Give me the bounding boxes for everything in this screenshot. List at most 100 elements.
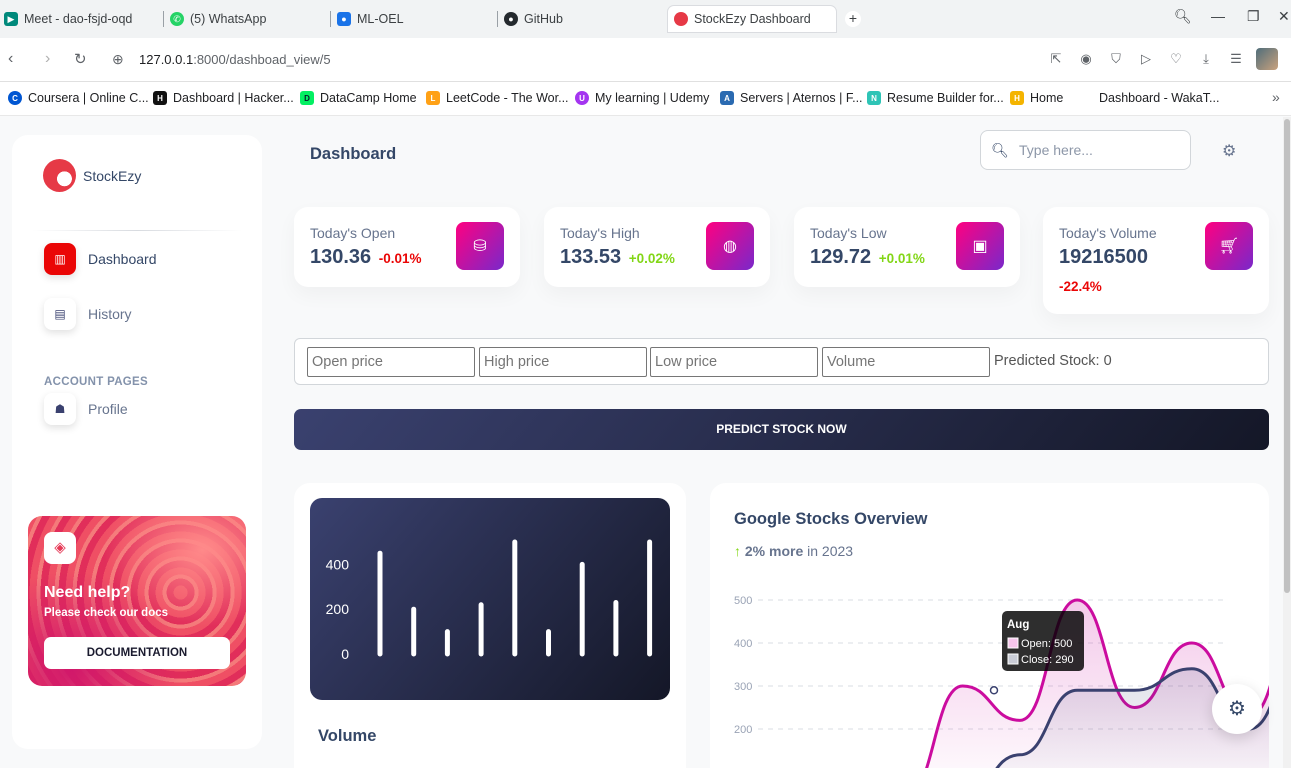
y-tick-label: 200 xyxy=(326,601,350,617)
document-icon: ▣ xyxy=(956,222,1004,270)
high-price-input[interactable] xyxy=(479,347,647,377)
url-field[interactable]: 127.0.0.1:8000/dashboad_view/5 xyxy=(139,52,331,67)
help-card: ◈ Need help? Please check our docs DOCUM… xyxy=(28,516,246,686)
volume-input[interactable] xyxy=(822,347,990,377)
scrollbar-thumb[interactable] xyxy=(1284,119,1290,593)
shield-icon[interactable]: ⛉ xyxy=(1108,51,1124,67)
bookmark-aternos[interactable]: A Servers | Aternos | F... xyxy=(720,91,863,105)
more-bookmarks-icon[interactable]: » xyxy=(1272,89,1280,105)
bookmark-udemy[interactable]: U My learning | Udemy xyxy=(575,91,709,105)
forward-icon[interactable]: › xyxy=(45,50,50,68)
page-title: Dashboard xyxy=(310,145,397,163)
open-price-input[interactable] xyxy=(307,347,475,377)
tab-github[interactable]: ● GitHub xyxy=(504,6,654,32)
sidebar-item-dashboard[interactable]: ▥ Dashboard xyxy=(44,243,157,275)
sidebar-item-label: Profile xyxy=(88,401,128,417)
low-price-input[interactable] xyxy=(650,347,818,377)
stat-card-open: Today's Open 130.36 -0.01% ⛁ xyxy=(294,207,520,287)
bookmark-home[interactable]: H Home xyxy=(1010,91,1063,105)
cart-icon: 🛒︎ xyxy=(1205,222,1253,270)
sidebar-item-history[interactable]: ▤ History xyxy=(44,298,132,330)
tab-ml-oel[interactable]: ● ML-OEL xyxy=(337,6,487,32)
bookmark-wakatime[interactable]: Dashboard - WakaT... xyxy=(1079,91,1219,105)
sidebar-item-profile[interactable]: ☗ Profile xyxy=(44,393,128,425)
page-scrollbar[interactable] xyxy=(1283,117,1291,768)
predict-stock-button[interactable]: PREDICT STOCK NOW xyxy=(294,409,1269,450)
settings-gear-icon[interactable]: ⚙ xyxy=(1222,141,1236,161)
tab-whatsapp[interactable]: ✆ (5) WhatsApp xyxy=(170,6,320,32)
tab-meet[interactable]: ▶ Meet - dao-fsjd-oqd xyxy=(4,6,154,32)
heart-icon[interactable]: ♡ xyxy=(1168,51,1184,67)
bookmark-leetcode[interactable]: L LeetCode - The Wor... xyxy=(426,91,569,105)
camera-icon[interactable]: ◉ xyxy=(1078,51,1094,67)
maximize-icon[interactable]: ❐ xyxy=(1247,8,1260,25)
search-tabs-icon[interactable]: 🔍︎ xyxy=(1174,8,1192,25)
tab-stockezy[interactable]: StockEzy Dashboard xyxy=(668,6,836,32)
stat-value: 130.36 xyxy=(310,246,372,268)
whatsapp-icon: ✆ xyxy=(170,12,184,26)
wakatime-icon xyxy=(1079,91,1093,105)
bookmark-coursera[interactable]: C Coursera | Online C... xyxy=(8,91,149,105)
brand[interactable]: StockEzy xyxy=(43,159,141,192)
stat-card-volume: Today's Volume 19216500 -22.4% 🛒︎ xyxy=(1043,207,1269,314)
new-tab-button[interactable]: + xyxy=(845,11,861,27)
bookmark-label: My learning | Udemy xyxy=(595,91,710,105)
overview-title: Google Stocks Overview xyxy=(734,510,928,528)
stocks-line-chart[interactable]: 200 300 400 500 Aug Open: 500 Close: 290 xyxy=(710,583,1269,768)
stat-label: Today's Volume xyxy=(1059,225,1157,241)
bookmark-label: LeetCode - The Wor... xyxy=(446,91,569,105)
volume-card-title: Volume xyxy=(318,727,377,745)
configurator-gear-button[interactable]: ⚙ xyxy=(1212,684,1262,734)
datacamp-icon: D xyxy=(300,91,314,105)
stat-change: -22.4% xyxy=(1059,279,1102,294)
menu-icon[interactable]: ☰ xyxy=(1228,51,1244,67)
resume-builder-icon: N xyxy=(867,91,881,105)
minimize-icon[interactable]: — xyxy=(1211,8,1225,24)
y-tick-label: 400 xyxy=(734,638,752,650)
bookmark-datacamp[interactable]: D DataCamp Home xyxy=(300,91,417,105)
database-icon: ⛁ xyxy=(456,222,504,270)
close-icon[interactable]: ✕ xyxy=(1278,8,1290,25)
meet-icon: ▶ xyxy=(4,12,18,26)
share-icon[interactable]: ⇱ xyxy=(1048,51,1064,67)
download-icon[interactable]: ⤓ xyxy=(1198,51,1214,67)
hover-point-close xyxy=(989,686,999,695)
bookmarks-bar: C Coursera | Online C... H Dashboard | Hac… xyxy=(0,82,1291,116)
stat-change: +0.01% xyxy=(878,251,925,266)
arrow-up-icon: ↑ xyxy=(734,543,741,559)
stat-card-high: Today's High 133.53 +0.02% ◍ xyxy=(544,207,770,287)
bookmark-label: Servers | Aternos | F... xyxy=(740,91,863,105)
search-input[interactable] xyxy=(1019,142,1179,158)
tab-label: StockEzy Dashboard xyxy=(694,12,811,26)
tooltip-open: Open: 500 xyxy=(1021,638,1072,650)
reload-icon[interactable]: ↻ xyxy=(74,50,87,68)
back-icon[interactable]: ‹ xyxy=(8,50,13,68)
classroom-icon: H xyxy=(1010,91,1024,105)
play-icon[interactable]: ▷ xyxy=(1138,51,1154,67)
sidebar: StockEzy ▥ Dashboard ▤ History ACCOUNT P… xyxy=(12,135,262,749)
bookmark-resume-builder[interactable]: N Resume Builder for... xyxy=(867,91,1004,105)
stat-value: 129.72 xyxy=(810,246,872,268)
stat-value-wrap: 130.36 -0.01% xyxy=(310,246,422,269)
bookmark-label: DataCamp Home xyxy=(320,91,417,105)
globe-icon: ◍ xyxy=(706,222,754,270)
bookmark-label: Home xyxy=(1030,91,1064,105)
browser-tab-bar: ▶ Meet - dao-fsjd-oqd ✆ (5) WhatsApp ● M… xyxy=(0,0,1291,38)
bookmark-hackerrank[interactable]: H Dashboard | Hacker... xyxy=(153,91,294,105)
bookmark-label: Dashboard | Hacker... xyxy=(173,91,294,105)
sidebar-item-label: History xyxy=(88,306,132,322)
stat-label: Today's High xyxy=(560,225,640,241)
bookmark-label: Coursera | Online C... xyxy=(28,91,149,105)
stat-change: -0.01% xyxy=(378,251,422,266)
site-info-icon[interactable]: ⊕ xyxy=(112,51,124,68)
stat-card-low: Today's Low 129.72 +0.01% ▣ xyxy=(794,207,1020,287)
tooltip-swatch-close xyxy=(1007,653,1019,665)
tab-label: ML-OEL xyxy=(357,12,404,26)
stockezy-icon xyxy=(674,12,688,26)
office-icon: ▤ xyxy=(44,298,76,330)
brand-logo-icon xyxy=(43,159,76,192)
stat-change: +0.02% xyxy=(628,251,675,266)
tab-label: (5) WhatsApp xyxy=(190,12,267,26)
profile-avatar[interactable] xyxy=(1256,48,1278,70)
documentation-button[interactable]: DOCUMENTATION xyxy=(44,637,230,669)
